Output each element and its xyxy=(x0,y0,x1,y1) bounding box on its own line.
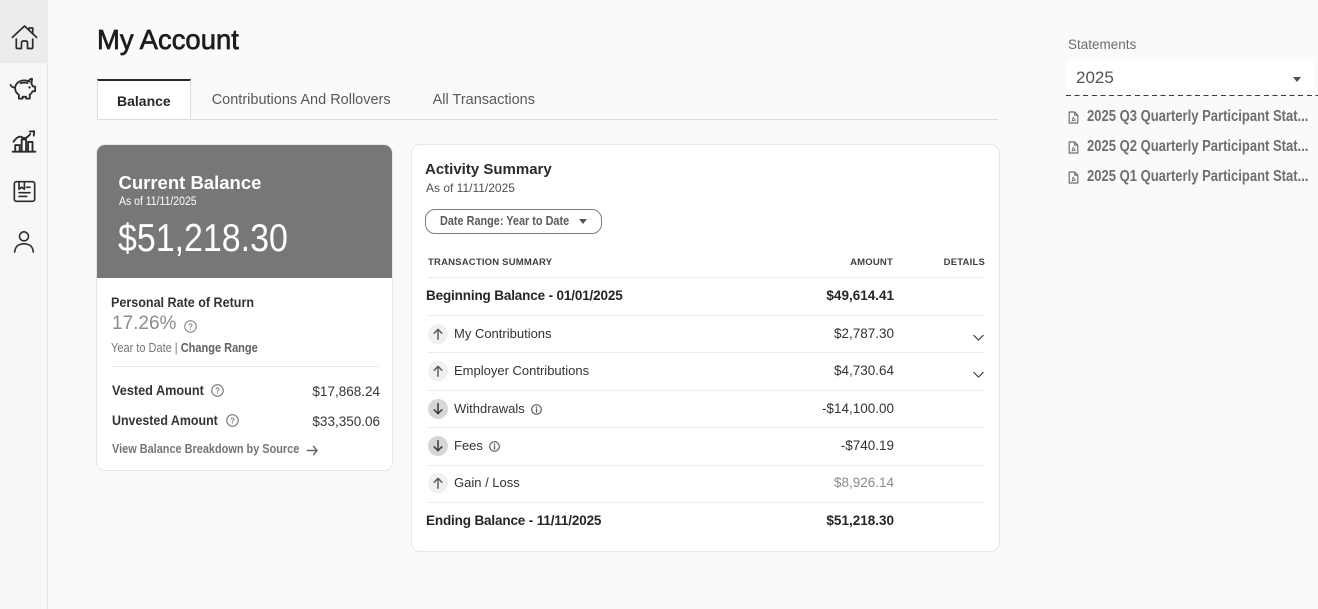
svg-text:?: ? xyxy=(215,386,220,395)
svg-text:?: ? xyxy=(188,322,193,331)
svg-text:?: ? xyxy=(230,416,235,425)
